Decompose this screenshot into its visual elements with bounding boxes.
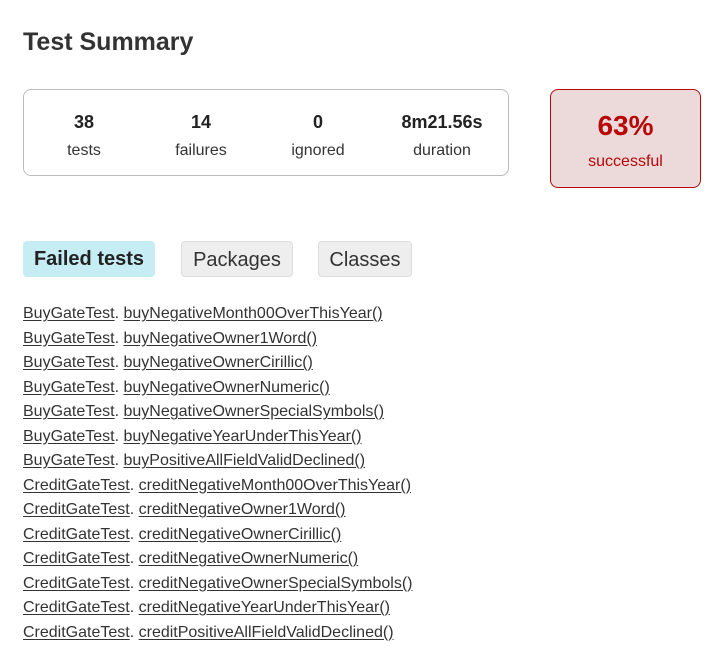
duration-value: 8m21.56s (401, 112, 483, 132)
list-item: CreditGateTest. creditNegativeOwnerNumer… (23, 550, 359, 567)
test-class-link[interactable]: CreditGateTest (23, 599, 130, 616)
success-label: successful (588, 153, 663, 170)
failures-label: failures (175, 142, 227, 159)
test-class-link[interactable]: CreditGateTest (23, 526, 130, 543)
test-method-link[interactable]: buyPositiveAllFieldValidDeclined() (124, 452, 366, 469)
failures-count: 14 (190, 112, 212, 132)
test-method-link[interactable]: buyNegativeOwnerSpecialSymbols() (124, 403, 385, 420)
list-item: BuyGateTest. buyNegativeYearUnderThisYea… (23, 427, 362, 445)
ignored-label: ignored (291, 142, 345, 159)
page-title: Test Summary (23, 28, 194, 56)
test-method-link[interactable]: buyNegativeYearUnderThisYear() (124, 428, 362, 445)
list-item: CreditGateTest. creditPositiveAllFieldVa… (23, 623, 394, 641)
test-method-link[interactable]: buyNegativeOwnerNumeric() (124, 379, 330, 396)
test-class-link[interactable]: CreditGateTest (23, 575, 130, 592)
list-item: BuyGateTest. buyNegativeMonth00OverThisY… (23, 305, 383, 322)
test-class-link[interactable]: BuyGateTest (23, 403, 115, 420)
list-item: BuyGateTest. buyNegativeOwnerNumeric() (23, 378, 330, 396)
test-method-link[interactable]: creditNegativeOwnerCirillic() (139, 526, 342, 543)
test-class-link[interactable]: CreditGateTest (23, 624, 130, 641)
test-summary-page: Test Summary 38 tests 14 failures 0 igno… (0, 0, 717, 652)
test-class-link[interactable]: BuyGateTest (23, 305, 115, 322)
test-class-link[interactable]: CreditGateTest (23, 477, 130, 494)
list-item: CreditGateTest. creditNegativeYearUnderT… (23, 599, 390, 616)
list-item: BuyGateTest. buyNegativeOwnerCirillic() (23, 354, 313, 371)
test-method-link[interactable]: buyNegativeOwnerCirillic() (124, 354, 313, 371)
test-method-link[interactable]: creditNegativeOwnerSpecialSymbols() (139, 575, 413, 592)
list-item: BuyGateTest. buyPositiveAllFieldValidDec… (23, 452, 366, 469)
test-method-link[interactable]: buyNegativeMonth00OverThisYear() (124, 305, 383, 322)
test-class-link[interactable]: BuyGateTest (23, 452, 115, 469)
test-class-link[interactable]: BuyGateTest (23, 428, 115, 445)
test-class-link[interactable]: BuyGateTest (23, 354, 115, 371)
list-item: CreditGateTest. creditNegativeOwnerSpeci… (23, 574, 413, 592)
failed-tests-list: BuyGateTest. buyNegativeMonth00OverThisY… (23, 304, 413, 647)
test-class-link[interactable]: BuyGateTest (23, 330, 115, 347)
test-method-link[interactable]: creditNegativeYearUnderThisYear() (139, 599, 390, 616)
list-item: CreditGateTest. creditNegativeOwner1Word… (23, 501, 346, 518)
test-class-link[interactable]: CreditGateTest (23, 550, 130, 567)
list-item: CreditGateTest. creditNegativeOwnerCiril… (23, 525, 342, 543)
tests-label: tests (67, 142, 101, 159)
test-class-link[interactable]: CreditGateTest (23, 501, 130, 518)
test-method-link[interactable]: creditNegativeMonth00OverThisYear() (139, 477, 411, 494)
tab-failed-tests[interactable]: Failed tests (23, 241, 155, 277)
test-method-link[interactable]: buyNegativeOwner1Word() (124, 330, 318, 347)
list-item: BuyGateTest. buyNegativeOwner1Word() (23, 329, 318, 347)
test-method-link[interactable]: creditNegativeOwner1Word() (139, 501, 346, 518)
tab-packages[interactable]: Packages (181, 241, 293, 277)
tab-classes[interactable]: Classes (318, 241, 412, 277)
success-rate-box: 63% successful (550, 89, 701, 188)
duration-label: duration (413, 142, 471, 159)
test-method-link[interactable]: creditNegativeOwnerNumeric() (139, 550, 359, 567)
summary-box: 38 tests 14 failures 0 ignored 8m21.56s … (23, 89, 509, 176)
ignored-count: 0 (312, 112, 323, 132)
list-item: CreditGateTest. creditNegativeMonth00Ove… (23, 476, 412, 494)
success-percent: 63% (597, 110, 654, 141)
test-class-link[interactable]: BuyGateTest (23, 379, 115, 396)
list-item: BuyGateTest. buyNegativeOwnerSpecialSymb… (23, 403, 385, 420)
tests-count: 38 (73, 112, 95, 132)
test-method-link[interactable]: creditPositiveAllFieldValidDeclined() (139, 624, 394, 641)
